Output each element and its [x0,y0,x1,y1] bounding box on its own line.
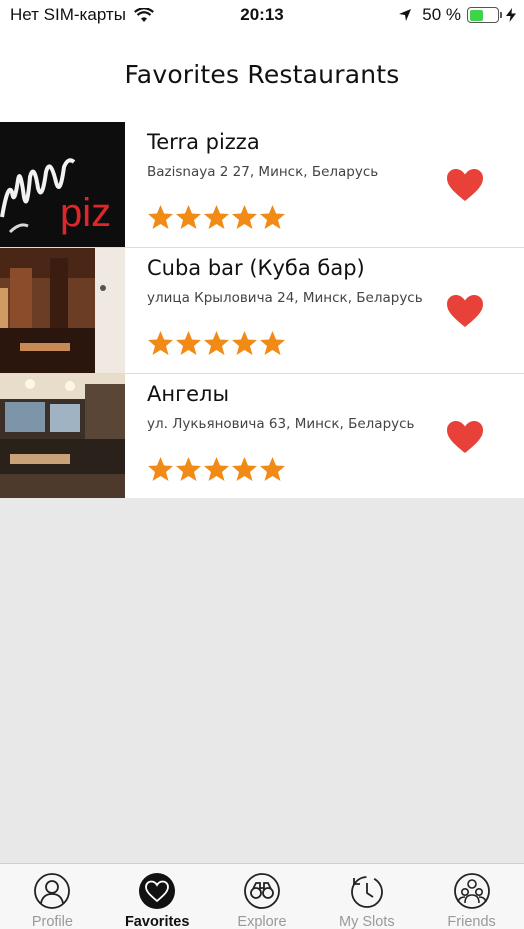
restaurant-name[interactable]: Terra pizza [147,130,260,154]
favorite-heart-icon[interactable] [446,294,484,328]
status-bar: Нет SIM-карты 20:13 50 % [0,0,524,32]
restaurant-address: ул. Лукьяновича 63, Минск, Беларусь [147,416,415,432]
star-icon [148,457,173,481]
restaurant-photo: piz [0,122,125,247]
battery-icon [467,7,499,23]
charging-bolt-icon [506,8,516,22]
restaurant-address: улица Крыловича 24, Минск, Беларусь [147,290,423,306]
rating-stars [147,456,287,482]
restaurant-row[interactable]: Cuba bar (Куба бар) улица Крыловича 24, … [0,248,524,374]
tab-my-slots[interactable]: My Slots [314,864,419,929]
tab-label: Profile [31,914,73,929]
friends-icon [453,873,490,909]
header: Favorites Restaurants [0,32,524,122]
restaurant-photo [0,248,125,373]
tab-label: Explore [237,914,287,929]
star-icon [260,457,285,481]
heart-icon [139,873,176,909]
tab-favorites[interactable]: Favorites [105,864,210,929]
star-icon [148,331,173,355]
star-icon [260,205,285,229]
binoculars-icon [244,873,280,909]
star-icon [204,331,229,355]
location-arrow-icon [399,9,412,21]
restaurant-name[interactable]: Cuba bar (Куба бар) [147,256,365,280]
tab-label: My Slots [338,914,395,929]
tab-bar: Profile Favorites Explore My Slots Frien… [0,863,524,929]
tab-friends[interactable]: Friends [419,864,524,929]
star-icon [204,205,229,229]
tab-label: Friends [447,914,496,929]
favorites-list: piz Terra pizza Bazisnaya 2 27, Минск, Б… [0,122,524,498]
star-icon [232,205,257,229]
rating-stars [147,330,287,356]
history-clock-icon [350,876,383,908]
restaurant-photo [0,374,125,498]
restaurant-name[interactable]: Ангелы [147,382,229,406]
battery-fill [469,9,483,21]
page-title: Favorites Restaurants [124,60,400,89]
tab-explore[interactable]: Explore [210,864,315,929]
tab-profile[interactable]: Profile [0,864,105,929]
restaurant-address: Bazisnaya 2 27, Минск, Беларусь [147,164,379,180]
star-icon [232,331,257,355]
battery-percent: 50 % [422,5,461,24]
svg-text:piz: piz [60,191,111,235]
star-icon [232,457,257,481]
restaurant-row[interactable]: Ангелы ул. Лукьяновича 63, Минск, Белару… [0,374,524,498]
restaurant-row[interactable]: piz Terra pizza Bazisnaya 2 27, Минск, Б… [0,122,524,248]
status-right: 50 % [398,5,516,25]
star-icon [176,331,201,355]
star-icon [148,205,173,229]
star-icon [176,457,201,481]
favorite-heart-icon[interactable] [446,420,484,454]
star-icon [204,457,229,481]
tab-label: Favorites [124,914,190,929]
profile-icon [34,873,71,909]
rating-stars [147,204,287,230]
star-icon [260,331,285,355]
favorite-heart-icon[interactable] [446,168,484,202]
star-icon [176,205,201,229]
battery-cap [500,12,502,18]
